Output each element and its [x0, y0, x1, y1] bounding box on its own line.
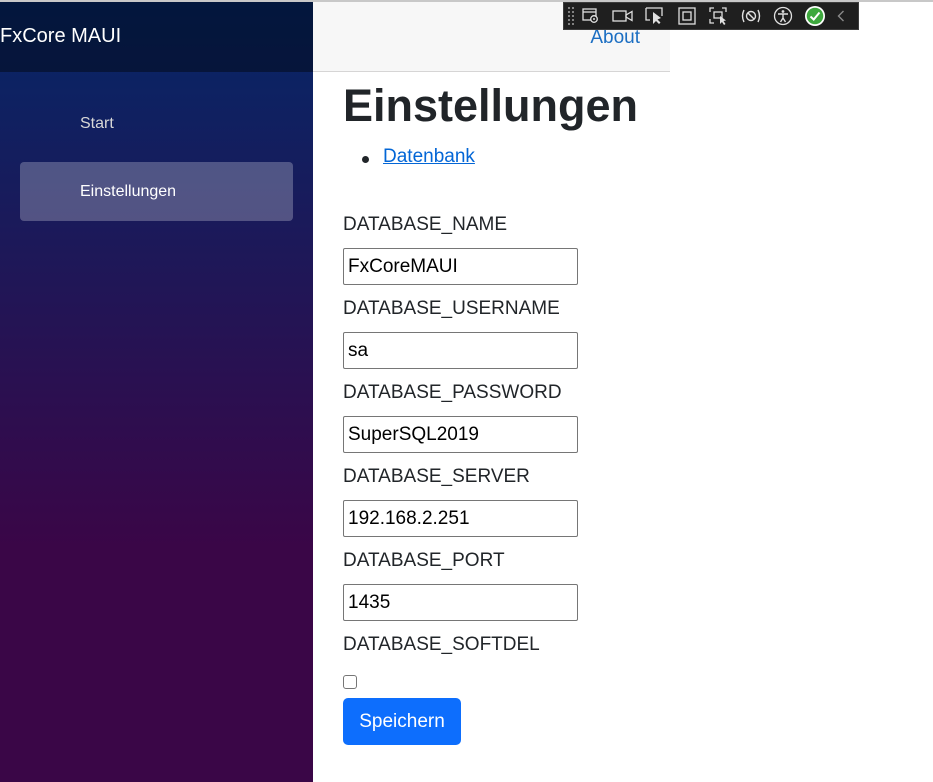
- sidebar: FxCore MAUI Start Einstellungen: [0, 2, 313, 782]
- about-link[interactable]: About: [590, 27, 640, 49]
- page-title: Einstellungen: [343, 80, 639, 131]
- database-softdel-checkbox[interactable]: [343, 675, 357, 689]
- database-name-label: DATABASE_NAME: [343, 214, 508, 235]
- brand-bar: FxCore MAUI: [0, 2, 313, 72]
- hot-reload-icon[interactable]: [735, 3, 767, 29]
- sidebar-item-label: Start: [80, 115, 114, 132]
- database-password-label: DATABASE_PASSWORD: [343, 382, 562, 403]
- database-port-input[interactable]: [343, 584, 578, 621]
- database-server-input[interactable]: [343, 500, 578, 537]
- check-circle-icon[interactable]: [799, 3, 831, 29]
- app-title[interactable]: FxCore MAUI: [0, 25, 121, 48]
- display-layout-adorners-icon[interactable]: [671, 3, 703, 29]
- database-password-input[interactable]: [343, 416, 578, 453]
- database-port-label: DATABASE_PORT: [343, 550, 505, 571]
- select-element-icon[interactable]: [639, 3, 671, 29]
- video-camera-icon[interactable]: [607, 3, 639, 29]
- sidebar-item-einstellungen[interactable]: Einstellungen: [20, 162, 293, 221]
- list-item: Datenbank: [343, 146, 475, 168]
- datenbank-link[interactable]: Datenbank: [383, 146, 475, 167]
- database-softdel-label: DATABASE_SOFTDEL: [343, 634, 540, 655]
- xaml-debug-toolbar: [563, 2, 859, 30]
- sidebar-item-label: Einstellungen: [80, 183, 177, 200]
- track-focus-icon[interactable]: [703, 3, 735, 29]
- database-server-label: DATABASE_SERVER: [343, 466, 530, 487]
- database-username-label: DATABASE_USERNAME: [343, 298, 560, 319]
- database-name-input[interactable]: [343, 248, 578, 285]
- sidebar-item-start[interactable]: Start: [20, 94, 293, 153]
- save-button[interactable]: Speichern: [343, 698, 461, 745]
- collapse-chevron-icon[interactable]: [831, 3, 851, 29]
- grip-icon[interactable]: [567, 6, 575, 26]
- accessibility-icon[interactable]: [767, 3, 799, 29]
- live-visual-tree-icon[interactable]: [575, 3, 607, 29]
- database-username-input[interactable]: [343, 332, 578, 369]
- section-nav-list: Datenbank: [343, 146, 475, 168]
